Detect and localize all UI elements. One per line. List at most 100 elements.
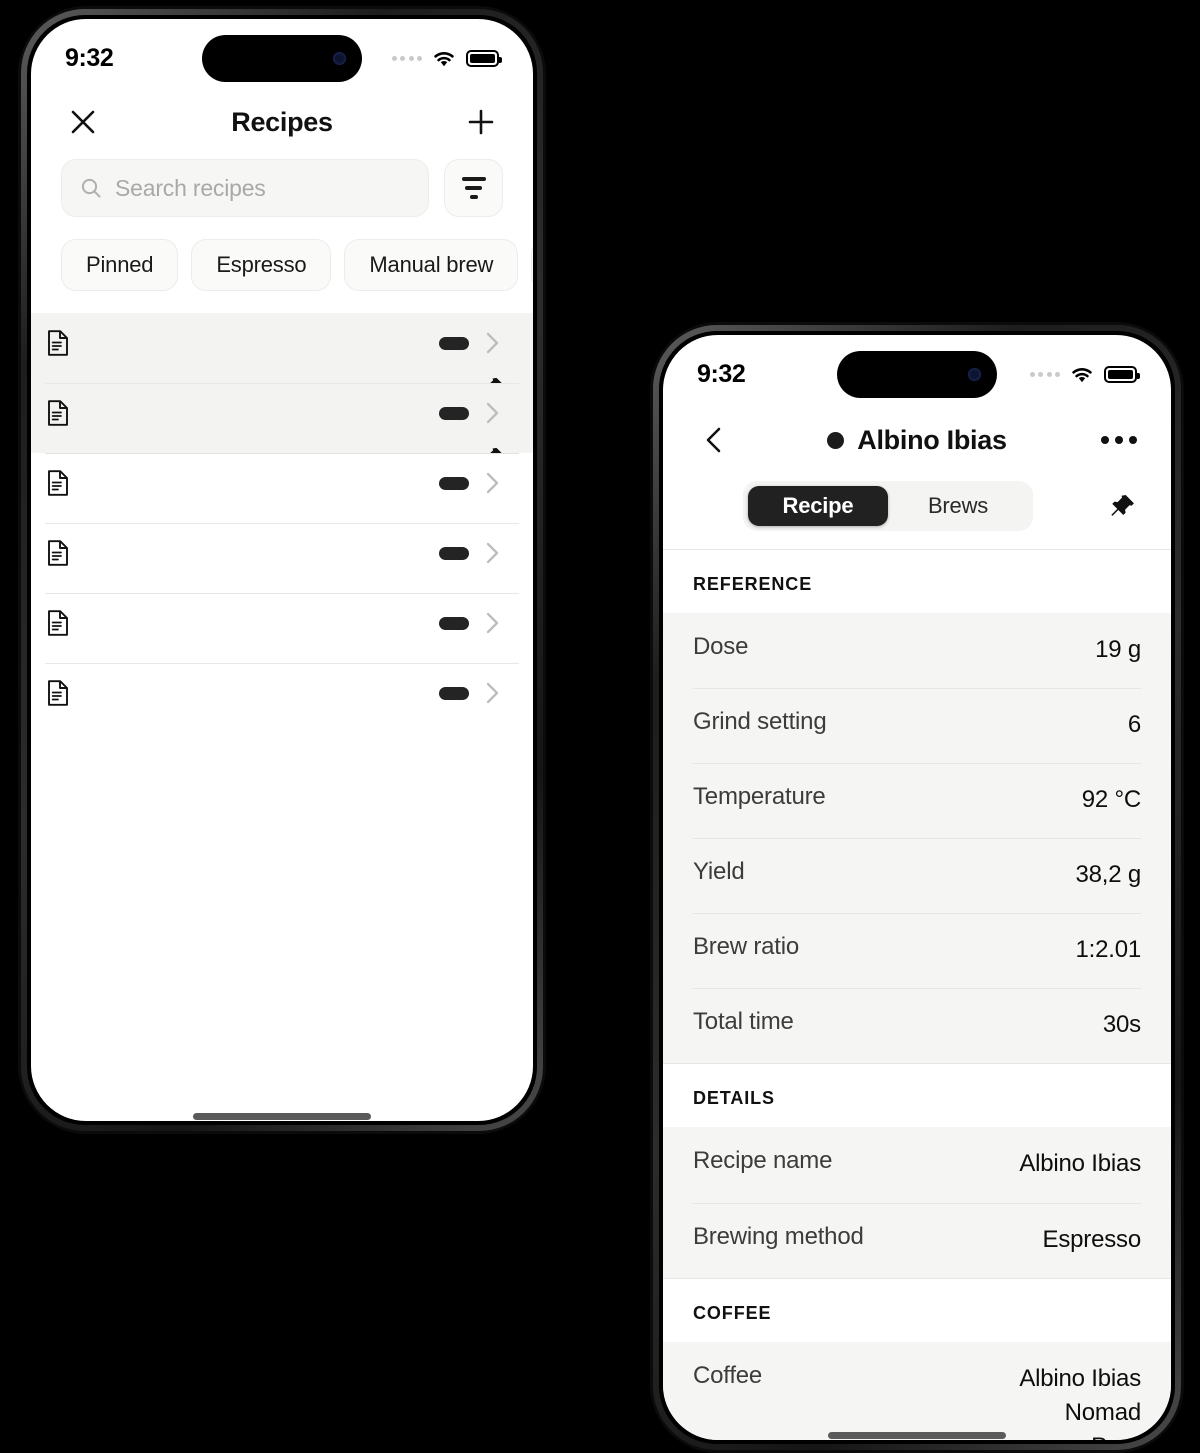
- detail-row-value: Albino IbiasNomadPeruWashedH: [1019, 1364, 1141, 1440]
- detail-row-value: 19 g: [1095, 636, 1141, 663]
- filter-chip[interactable]: Bat: [531, 239, 533, 291]
- detail-row[interactable]: Recipe name Albino Ibias: [663, 1127, 1171, 1202]
- home-indicator[interactable]: [828, 1432, 1006, 1439]
- detail-row[interactable]: Brew ratio 1:2.01: [663, 913, 1171, 988]
- status-bar: 9:32: [663, 335, 1171, 409]
- page-title: Recipes: [231, 106, 333, 137]
- chevron-right-icon: [486, 472, 498, 494]
- close-button[interactable]: [61, 100, 105, 144]
- detail-row-value: 30s: [1102, 1011, 1141, 1039]
- recipe-disclosure[interactable]: [481, 401, 503, 425]
- detail-row[interactable]: Brewing method Espresso: [663, 1202, 1171, 1278]
- dynamic-island: [837, 351, 997, 398]
- home-indicator[interactable]: [193, 1113, 371, 1120]
- add-recipe-button[interactable]: [459, 100, 503, 144]
- recipe-item-header: [47, 610, 503, 636]
- recipe-disclosure[interactable]: [481, 611, 503, 635]
- front-camera-icon: [968, 368, 981, 381]
- phone-right-screen: 9:32 Albino Ibias Recipe Brews REFERENCE…: [663, 335, 1171, 1440]
- recipe-list-item[interactable]: [31, 663, 533, 733]
- detail-row-value: 1:2.01: [1075, 936, 1141, 964]
- status-bar: 9:32: [31, 19, 533, 93]
- filter-chip[interactable]: Espresso: [191, 239, 332, 291]
- detail-row-value: 92 °C: [1081, 786, 1141, 814]
- front-camera-icon: [333, 52, 346, 65]
- detail-row[interactable]: Yield 38,2 g: [663, 838, 1171, 913]
- detail-row-label: Brew ratio: [693, 933, 800, 961]
- recipe-item-header: [47, 680, 503, 706]
- filter-chip[interactable]: Manual brew: [344, 239, 519, 291]
- document-icon: [48, 540, 68, 566]
- recipe-disclosure[interactable]: [481, 471, 503, 495]
- navigation-bar: Albino Ibias: [663, 409, 1171, 467]
- pin-button[interactable]: [1101, 484, 1145, 528]
- detail-row-value: 6: [1127, 711, 1141, 739]
- detail-sections: REFERENCE Dose 19 g Grind setting 6 Temperatu…: [663, 549, 1171, 1440]
- document-icon: [48, 330, 68, 356]
- detail-title: Albino Ibias: [737, 425, 1097, 456]
- wifi-icon: [434, 51, 454, 66]
- recipe-item-header: [47, 540, 503, 566]
- document-icon: [48, 400, 68, 426]
- detail-row[interactable]: Total time 30s: [663, 988, 1171, 1063]
- recipe-item-header: [47, 400, 503, 426]
- document-icon: [48, 470, 68, 496]
- recipe-disclosure[interactable]: [481, 541, 503, 565]
- detail-row-value: Albino Ibias: [1019, 1150, 1141, 1178]
- recipe-list-item[interactable]: [31, 383, 533, 468]
- brew-method-badge: [439, 336, 469, 350]
- chevron-right-icon: [486, 402, 498, 424]
- segmented-control[interactable]: Recipe Brews: [743, 481, 1033, 531]
- recipe-disclosure[interactable]: [481, 331, 503, 355]
- section-header: REFERENCE: [663, 549, 1171, 613]
- search-placeholder: Search recipes: [115, 174, 266, 201]
- signal-dots-icon: [1029, 371, 1060, 377]
- pin-icon: [1111, 495, 1134, 516]
- detail-row[interactable]: Temperature 92 °C: [663, 763, 1171, 838]
- chevron-left-icon: [706, 427, 721, 453]
- recipe-disclosure[interactable]: [481, 681, 503, 705]
- recipe-color-dot-icon: [827, 431, 845, 449]
- recipe-list-item[interactable]: [31, 523, 533, 593]
- search-input[interactable]: Search recipes: [61, 159, 429, 217]
- search-icon: [81, 178, 101, 198]
- plus-icon: [468, 109, 494, 135]
- tab-brews[interactable]: Brews: [888, 486, 1028, 526]
- section-header: DETAILS: [663, 1063, 1171, 1128]
- tabs-row: Recipe Brews: [663, 467, 1171, 549]
- screenshot-stage: 9:32 Recipes Search recipes Pinned Espre…: [0, 0, 1200, 1453]
- recipe-item-header: [47, 330, 503, 356]
- detail-row-label: Grind setting: [693, 708, 827, 736]
- brew-method-badge: [439, 476, 469, 490]
- detail-row[interactable]: Dose 19 g: [663, 613, 1171, 688]
- phone-left-screen: 9:32 Recipes Search recipes Pinned Espre…: [31, 19, 533, 1121]
- filter-icon-bar-1: [461, 177, 486, 181]
- recipe-item-header: [47, 470, 503, 496]
- more-options-button[interactable]: [1097, 418, 1141, 462]
- detail-row[interactable]: Grind setting 6: [663, 688, 1171, 763]
- filter-chips: PinnedEspressoManual brew Bat: [31, 217, 533, 313]
- recipe-list-item[interactable]: [31, 593, 533, 663]
- document-icon: [48, 680, 68, 706]
- detail-row[interactable]: Coffee Albino IbiasNomadPeruWashedH: [663, 1342, 1171, 1440]
- search-row: Search recipes: [31, 155, 533, 217]
- brew-method-badge: [439, 546, 469, 560]
- navigation-bar: Recipes: [31, 93, 533, 155]
- status-time: 9:32: [697, 359, 746, 388]
- signal-dots-icon: [391, 55, 422, 61]
- recipe-list-item[interactable]: [31, 453, 533, 523]
- detail-row-label: Coffee: [693, 1361, 763, 1389]
- filter-icon-bar-3: [469, 195, 478, 199]
- filter-button[interactable]: [444, 159, 503, 217]
- tab-recipe[interactable]: Recipe: [748, 486, 888, 526]
- filter-icon-bar-2: [465, 186, 482, 190]
- battery-icon: [1104, 365, 1140, 383]
- back-button[interactable]: [693, 418, 737, 462]
- recipe-list-item[interactable]: [31, 313, 533, 398]
- detail-row-label: Yield: [693, 858, 745, 886]
- section-rows: Coffee Albino IbiasNomadPeruWashedH: [663, 1341, 1171, 1440]
- detail-row-label: Recipe name: [693, 1147, 833, 1175]
- chevron-right-icon: [486, 542, 498, 564]
- status-time: 9:32: [65, 43, 114, 72]
- filter-chip[interactable]: Pinned: [61, 239, 179, 291]
